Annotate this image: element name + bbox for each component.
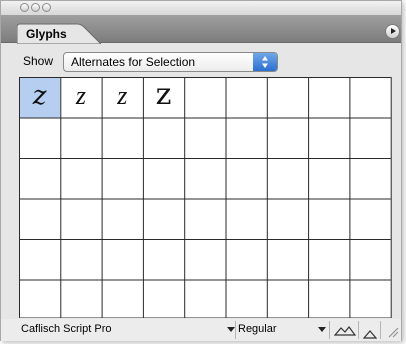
divider [380,321,381,339]
glyph-cell[interactable] [142,239,185,280]
glyph-cell[interactable] [101,158,143,199]
glyph-cell[interactable] [266,239,309,280]
show-select-value: Alternates for Selection [71,55,196,69]
zoom-circle-icon[interactable] [42,3,51,12]
panel-menu-icon[interactable] [385,24,400,39]
glyph-character: z [116,81,127,110]
glyph-cell[interactable] [142,117,185,159]
glyph-cell[interactable] [266,77,309,118]
glyph-cell[interactable] [19,279,61,320]
glyph-cell[interactable] [266,198,309,240]
glyph-cell[interactable] [266,279,309,320]
glyph-character: z [32,81,47,111]
glyph-cell[interactable] [349,117,391,159]
glyph-cell[interactable] [101,198,143,240]
dropdown-arrow-icon[interactable] [318,327,326,332]
glyphs-panel: Glyphs Show Alternates for Selection zzz… [0,0,402,341]
glyph-cell[interactable] [142,158,185,199]
glyph-cell[interactable] [60,158,102,199]
glyph-cell[interactable] [184,239,226,280]
glyph-cell[interactable] [60,279,102,320]
dropdown-arrow-icon[interactable] [227,327,235,332]
glyph-cell[interactable] [19,198,61,240]
glyph-cell[interactable] [308,158,350,199]
glyph-cell[interactable] [101,279,143,320]
select-stepper-icon[interactable] [253,53,277,71]
divider [329,321,330,339]
zoom-out-mountain-icon[interactable] [333,323,357,342]
glyph-cell[interactable] [184,117,226,159]
glyph-cell[interactable] [225,117,267,159]
panel-title-bar[interactable] [1,1,401,15]
glyph-grid-lines: zzzz [19,77,392,320]
glyph-cell[interactable] [308,198,350,240]
glyph-cell[interactable] [308,117,350,159]
glyph-cell[interactable] [308,279,350,320]
divider [358,321,359,339]
glyph-cell[interactable] [225,158,267,199]
glyph-cell[interactable] [184,77,226,118]
glyph-cell[interactable] [349,198,391,240]
glyph-cell[interactable] [142,198,185,240]
glyph-cell[interactable] [225,279,267,320]
glyph-character: z [156,77,172,112]
glyph-cell[interactable] [19,117,61,159]
glyph-cell[interactable] [184,198,226,240]
glyph-character: z [75,81,86,110]
font-family-select[interactable]: Caflisch Script Pro [21,323,111,335]
glyph-cell[interactable] [19,239,61,280]
minimize-circle-icon[interactable] [31,3,40,12]
zoom-in-mountain-icon[interactable] [362,326,378,344]
tab-glyphs-label: Glyphs [26,27,67,41]
close-circle-icon[interactable] [20,3,29,12]
glyph-cell[interactable] [225,77,267,118]
glyph-cell[interactable] [349,158,391,199]
glyph-cell[interactable] [60,198,102,240]
glyph-cell[interactable] [142,279,185,320]
glyph-cell[interactable] [60,117,102,159]
glyph-cell[interactable] [60,239,102,280]
glyph-cell[interactable] [308,239,350,280]
glyph-cell[interactable] [225,239,267,280]
glyph-cell[interactable] [19,158,61,199]
glyph-cell[interactable] [349,77,391,118]
glyph-cell[interactable] [184,158,226,199]
glyph-cell[interactable] [184,279,226,320]
glyph-grid: zzzz [19,77,404,323]
divider [235,321,236,339]
glyph-cell[interactable] [349,279,391,320]
glyph-cell[interactable] [266,158,309,199]
glyph-cell[interactable] [308,77,350,118]
glyph-cell[interactable] [101,239,143,280]
font-style-select[interactable]: Regular [238,323,277,335]
resize-grip-icon[interactable] [387,325,399,343]
glyph-cell[interactable] [101,117,143,159]
glyph-cell[interactable] [225,198,267,240]
glyph-cell[interactable] [349,239,391,280]
glyph-cell[interactable] [266,117,309,159]
show-label: Show [23,54,54,68]
